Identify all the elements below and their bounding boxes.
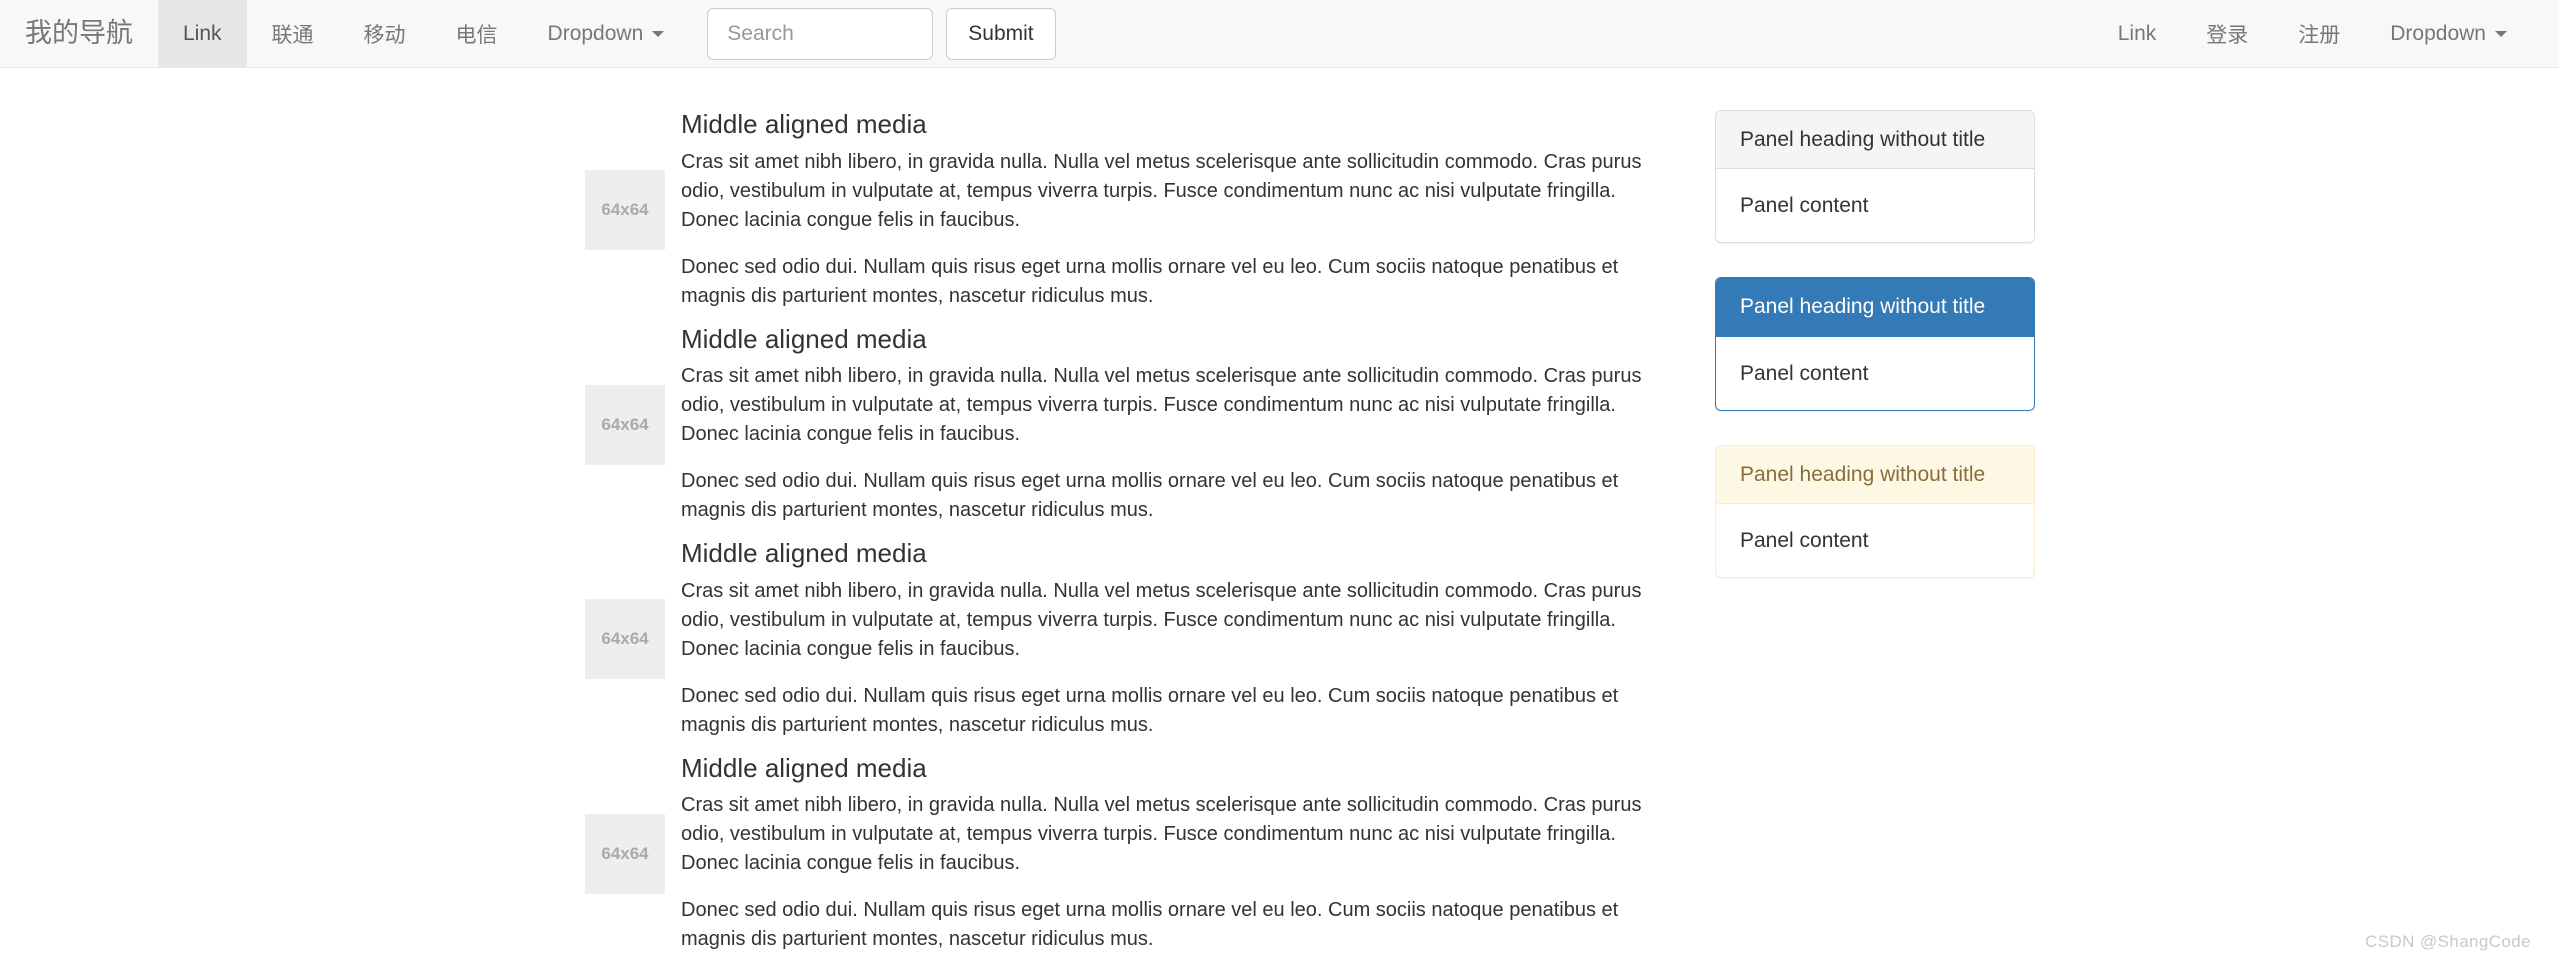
nav-item-dianxin[interactable]: 电信: [431, 0, 523, 67]
media-item: 64x64 Middle aligned media Cras sit amet…: [585, 539, 1645, 740]
chevron-down-icon: [652, 31, 664, 37]
nav-item-yidong[interactable]: 移动: [339, 0, 431, 67]
nav-link-dropdown-right[interactable]: Dropdown: [2365, 0, 2532, 67]
watermark: CSDN @ShangCode: [2365, 932, 2531, 952]
navbar-inner: 我的导航 Link 联通 移动 电信 Dropdown Submit: [0, 0, 2559, 67]
media-heading: Middle aligned media: [681, 539, 1645, 568]
nav-link-login[interactable]: 登录: [2181, 0, 2273, 67]
media-body: Middle aligned media Cras sit amet nibh …: [681, 539, 1645, 740]
nav-link-dropdown-left[interactable]: Dropdown: [523, 0, 690, 67]
media-paragraph-2: Donec sed odio dui. Nullam quis risus eg…: [681, 682, 1645, 740]
media-thumbnail-wrap: 64x64: [585, 599, 681, 679]
media-paragraph-1: Cras sit amet nibh libero, in gravida nu…: [681, 791, 1645, 878]
media-body: Middle aligned media Cras sit amet nibh …: [681, 110, 1645, 311]
media-item: 64x64 Middle aligned media Cras sit amet…: [585, 325, 1645, 526]
media-item: 64x64 Middle aligned media Cras sit amet…: [585, 754, 1645, 955]
media-thumbnail: 64x64: [585, 814, 665, 894]
nav-link-link-right[interactable]: Link: [2093, 0, 2182, 67]
media-thumbnail: 64x64: [585, 170, 665, 250]
nav-item-link[interactable]: Link: [158, 0, 247, 67]
media-thumbnail: 64x64: [585, 385, 665, 465]
nav-link-register[interactable]: 注册: [2273, 0, 2365, 67]
nav-link-liantong[interactable]: 联通: [247, 0, 339, 67]
nav-dropdown-right-label: Dropdown: [2390, 22, 2486, 46]
navbar-left-nav: Link 联通 移动 电信 Dropdown: [158, 0, 689, 67]
panel-heading: Panel heading without title: [1716, 446, 2034, 504]
media-paragraph-1: Cras sit amet nibh libero, in gravida nu…: [681, 362, 1645, 449]
media-heading: Middle aligned media: [681, 110, 1645, 139]
media-thumbnail: 64x64: [585, 599, 665, 679]
media-column: 64x64 Middle aligned media Cras sit amet…: [585, 110, 1645, 968]
panel-primary: Panel heading without title Panel conten…: [1715, 277, 2035, 410]
content-row: 64x64 Middle aligned media Cras sit amet…: [0, 68, 2559, 968]
panel-heading: Panel heading without title: [1716, 278, 2034, 336]
panel-default: Panel heading without title Panel conten…: [1715, 110, 2035, 243]
page-container: 64x64 Middle aligned media Cras sit amet…: [0, 68, 2559, 968]
media-item: 64x64 Middle aligned media Cras sit amet…: [585, 110, 1645, 311]
nav-link-link[interactable]: Link: [158, 0, 247, 67]
chevron-down-icon: [2495, 31, 2507, 37]
panel-body: Panel content: [1716, 504, 2034, 577]
media-body: Middle aligned media Cras sit amet nibh …: [681, 754, 1645, 955]
nav-link-dianxin[interactable]: 电信: [431, 0, 523, 67]
media-body: Middle aligned media Cras sit amet nibh …: [681, 325, 1645, 526]
nav-item-login[interactable]: 登录: [2181, 0, 2273, 67]
nav-dropdown-left-label: Dropdown: [548, 22, 644, 46]
nav-item-dropdown-left[interactable]: Dropdown: [523, 0, 690, 67]
nav-item-liantong[interactable]: 联通: [247, 0, 339, 67]
media-heading: Middle aligned media: [681, 325, 1645, 354]
nav-item-register[interactable]: 注册: [2273, 0, 2365, 67]
panel-heading: Panel heading without title: [1716, 111, 2034, 169]
nav-item-dropdown-right[interactable]: Dropdown: [2365, 0, 2532, 67]
panel-body: Panel content: [1716, 337, 2034, 410]
main-navbar: 我的导航 Link 联通 移动 电信 Dropdown Submit: [0, 0, 2559, 68]
navbar-right-nav: Link 登录 注册 Dropdown: [2093, 0, 2559, 67]
media-thumbnail-wrap: 64x64: [585, 385, 681, 465]
nav-link-yidong[interactable]: 移动: [339, 0, 431, 67]
submit-button[interactable]: Submit: [946, 8, 1055, 60]
panel-column: Panel heading without title Panel conten…: [1715, 110, 2035, 612]
nav-item-link-right[interactable]: Link: [2093, 0, 2182, 67]
navbar-brand[interactable]: 我的导航: [0, 0, 158, 67]
panel-body: Panel content: [1716, 169, 2034, 242]
media-paragraph-1: Cras sit amet nibh libero, in gravida nu…: [681, 577, 1645, 664]
media-paragraph-2: Donec sed odio dui. Nullam quis risus eg…: [681, 467, 1645, 525]
navbar-search-form: Submit: [689, 0, 1055, 67]
media-paragraph-2: Donec sed odio dui. Nullam quis risus eg…: [681, 253, 1645, 311]
search-input[interactable]: [707, 8, 933, 60]
media-paragraph-1: Cras sit amet nibh libero, in gravida nu…: [681, 148, 1645, 235]
media-heading: Middle aligned media: [681, 754, 1645, 783]
media-thumbnail-wrap: 64x64: [585, 170, 681, 250]
panel-warning: Panel heading without title Panel conten…: [1715, 445, 2035, 578]
media-paragraph-2: Donec sed odio dui. Nullam quis risus eg…: [681, 896, 1645, 954]
media-thumbnail-wrap: 64x64: [585, 814, 681, 894]
